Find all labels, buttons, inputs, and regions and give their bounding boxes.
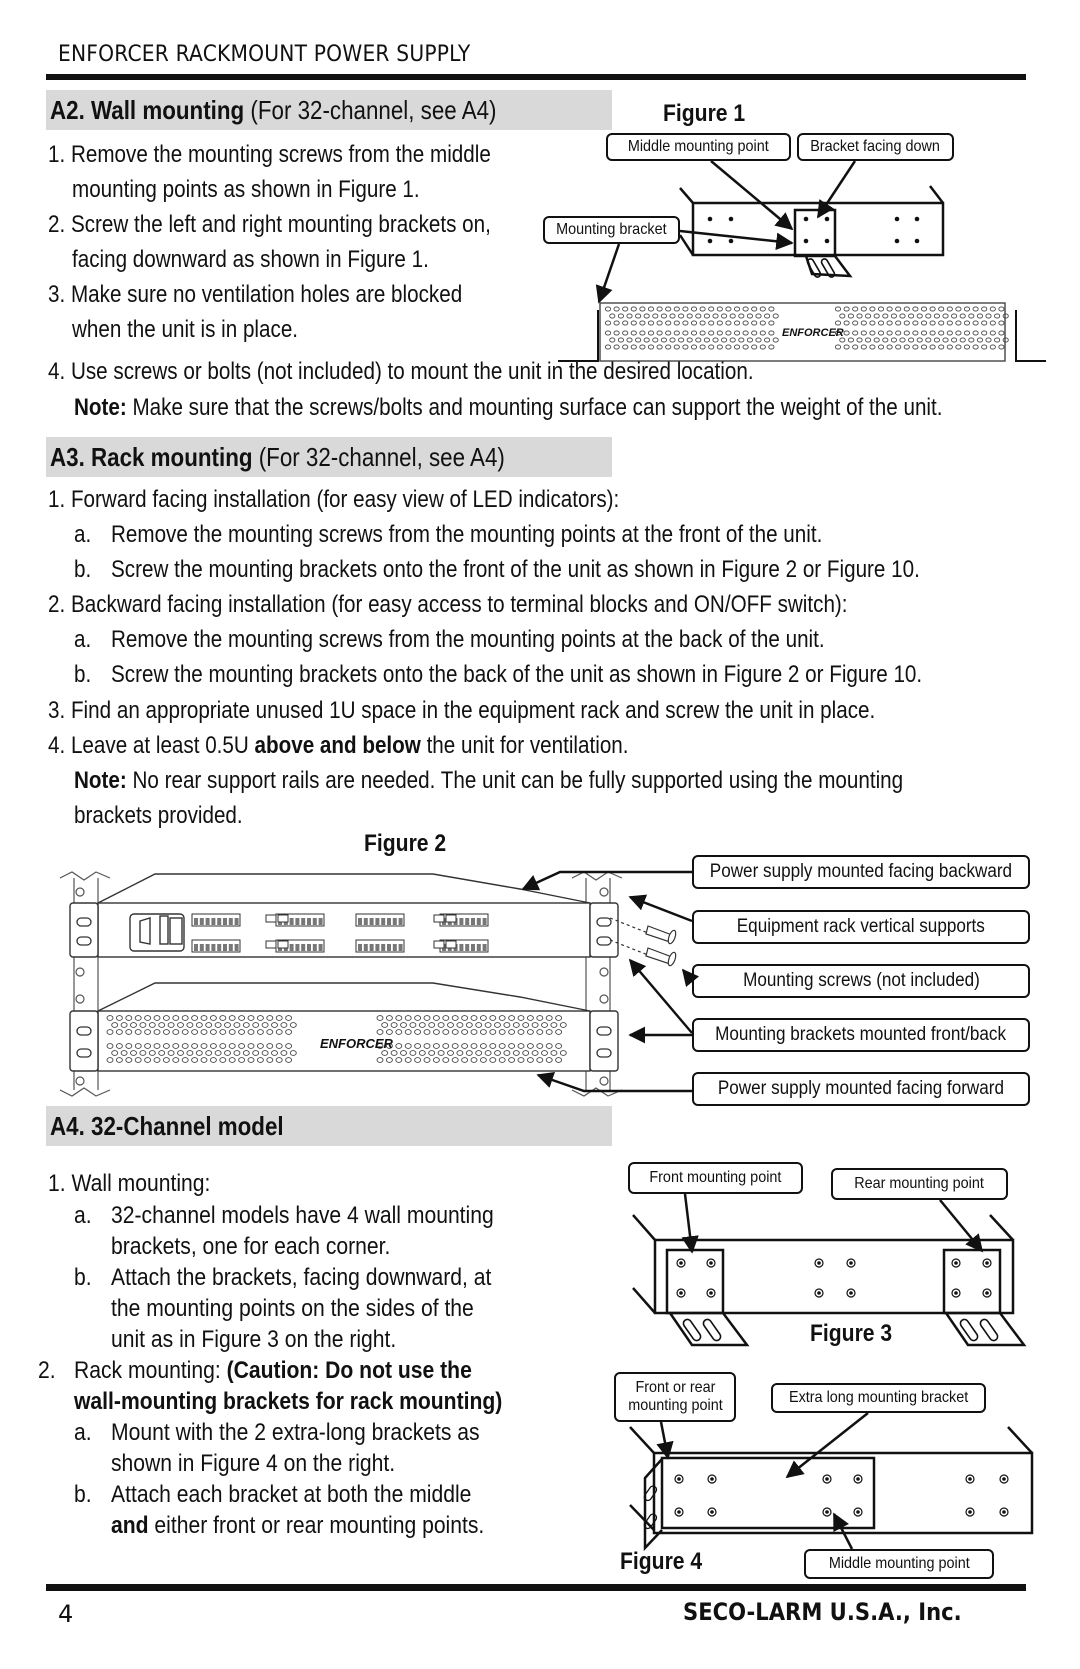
figure-4-drawing <box>629 1412 1034 1552</box>
footer-rule <box>46 1584 1026 1591</box>
page-number: 4 <box>58 1600 74 1628</box>
company-name: SECO-LARM U.S.A., Inc. <box>683 1598 962 1626</box>
